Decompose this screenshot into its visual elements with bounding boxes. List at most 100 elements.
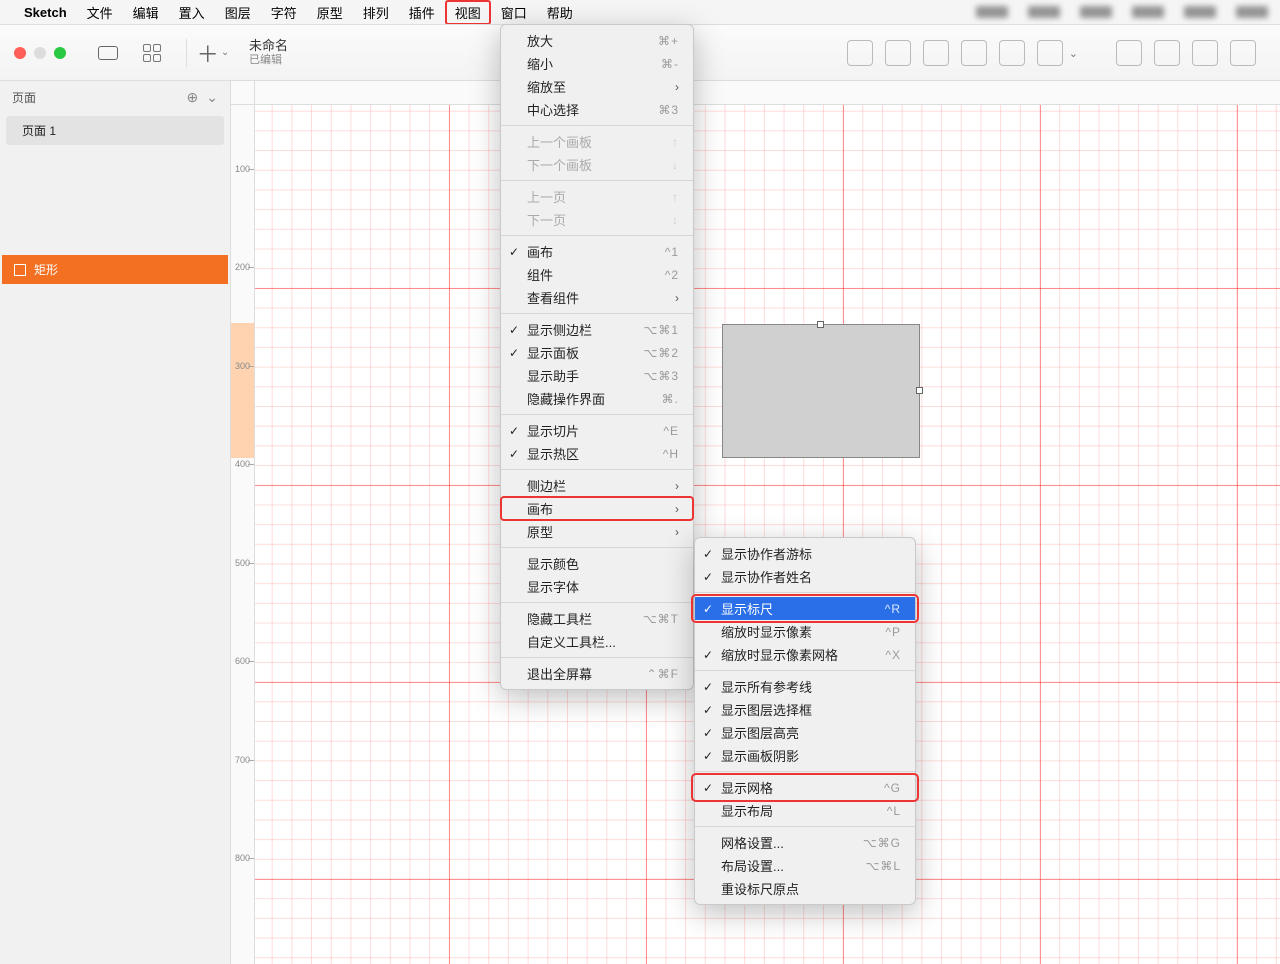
menu-item[interactable]: ✓显示面板⌥⌘2 <box>501 341 693 364</box>
menu-item[interactable]: 重设标尺原点 <box>695 877 915 900</box>
page-item[interactable]: 页面 1 <box>6 116 224 145</box>
menu-置入[interactable]: 置入 <box>169 0 215 25</box>
distribute-button[interactable] <box>885 40 911 66</box>
collapse-icon[interactable]: ⌄ <box>206 89 218 106</box>
menu-item[interactable]: 侧边栏› <box>501 474 693 497</box>
menu-item-label: 下一个画板 <box>527 155 592 174</box>
union-button[interactable] <box>1116 40 1142 66</box>
close-icon[interactable] <box>14 47 26 59</box>
menu-item[interactable]: 退出全屏幕⌃⌘F <box>501 662 693 685</box>
ruler-horizontal[interactable] <box>255 81 1280 105</box>
ruler-corner[interactable] <box>231 81 255 105</box>
menu-item[interactable]: ✓显示网格^G <box>695 776 915 799</box>
menu-item[interactable]: ✓显示协作者姓名 <box>695 565 915 588</box>
menu-item[interactable]: 画布› <box>501 497 693 520</box>
menu-item[interactable]: 自定义工具栏... <box>501 630 693 653</box>
app-name[interactable]: Sketch <box>24 5 67 20</box>
menu-item[interactable]: ✓显示切片^E <box>501 419 693 442</box>
menu-item[interactable]: 组件^2 <box>501 263 693 286</box>
menu-item[interactable]: 缩放时显示像素^P <box>695 620 915 643</box>
transform-button[interactable] <box>999 40 1025 66</box>
shortcut-label: ⌥⌘1 <box>613 323 679 337</box>
menu-item[interactable]: ✓显示图层选择框 <box>695 698 915 721</box>
menu-item-label: 显示协作者姓名 <box>721 567 812 586</box>
menu-item-label: 画布 <box>527 499 553 518</box>
menu-item[interactable]: 原型› <box>501 520 693 543</box>
menu-item[interactable]: 中心选择⌘3 <box>501 98 693 121</box>
menu-item-label: 显示字体 <box>527 577 579 596</box>
menu-item-label: 布局设置... <box>721 856 784 875</box>
menu-原型[interactable]: 原型 <box>307 0 353 25</box>
menu-图层[interactable]: 图层 <box>215 0 261 25</box>
menu-item[interactable]: 隐藏工具栏⌥⌘T <box>501 607 693 630</box>
menu-item[interactable]: 隐藏操作界面⌘. <box>501 387 693 410</box>
menu-item-label: 侧边栏 <box>527 476 566 495</box>
menu-item-label: 网格设置... <box>721 833 784 852</box>
resize-handle-n[interactable] <box>817 321 824 328</box>
layer-item-selected[interactable]: 矩形 <box>2 255 228 284</box>
menu-item[interactable]: ✓显示所有参考线 <box>695 675 915 698</box>
menu-item[interactable]: ✓显示热区^H <box>501 442 693 465</box>
menu-item[interactable]: ✓画布^1 <box>501 240 693 263</box>
zoom-icon[interactable] <box>54 47 66 59</box>
ungroup-button[interactable] <box>961 40 987 66</box>
insert-button[interactable]: ＋⌄ <box>193 33 233 73</box>
components-view-button[interactable] <box>132 33 172 73</box>
check-icon: ✓ <box>703 648 713 662</box>
resize-handle-e[interactable] <box>916 387 923 394</box>
menu-item[interactable]: 放大⌘+ <box>501 29 693 52</box>
resize-button[interactable] <box>1037 40 1063 66</box>
menu-窗口[interactable]: 窗口 <box>491 0 537 25</box>
menu-文件[interactable]: 文件 <box>77 0 123 25</box>
menu-item[interactable]: 显示字体 <box>501 575 693 598</box>
menu-item[interactable]: ✓显示图层高亮 <box>695 721 915 744</box>
group-button[interactable] <box>923 40 949 66</box>
shortcut-label: ^L <box>857 804 901 818</box>
add-page-icon[interactable]: ⊕ <box>187 89 199 106</box>
menu-排列[interactable]: 排列 <box>353 0 399 25</box>
rectangle-shape[interactable] <box>722 324 920 458</box>
shortcut-label: ⌥⌘L <box>835 859 901 873</box>
menu-item[interactable]: 显示助手⌥⌘3 <box>501 364 693 387</box>
view-menu-dropdown[interactable]: 放大⌘+缩小⌘-缩放至›中心选择⌘3上一个画板↑下一个画板↓上一页↑下一页↓✓画… <box>500 24 694 690</box>
menu-编辑[interactable]: 编辑 <box>123 0 169 25</box>
menu-item[interactable]: ✓显示画板阴影 <box>695 744 915 767</box>
menu-item[interactable]: 布局设置... ⌥⌘L <box>695 854 915 877</box>
ruler-tick: 800 <box>231 853 254 863</box>
window-controls[interactable] <box>0 47 80 59</box>
menu-item[interactable]: 显示颜色 <box>501 552 693 575</box>
menu-item: 上一个画板↑ <box>501 130 693 153</box>
menu-item[interactable]: ✓缩放时显示像素网格^X <box>695 643 915 666</box>
menu-视图[interactable]: 视图 <box>445 0 491 25</box>
ruler-tick: 200 <box>231 262 254 272</box>
ruler-vertical[interactable]: 100200300400500600700800 <box>231 105 255 964</box>
intersect-button[interactable] <box>1192 40 1218 66</box>
pages-header: 页面 ⊕⌄ <box>0 81 230 114</box>
menu-帮助[interactable]: 帮助 <box>537 0 583 25</box>
menu-item-label: 重设标尺原点 <box>721 879 799 898</box>
difference-button[interactable] <box>1230 40 1256 66</box>
shortcut-label: ⌥⌘3 <box>613 369 679 383</box>
menu-item[interactable]: 缩放至› <box>501 75 693 98</box>
menu-字符[interactable]: 字符 <box>261 0 307 25</box>
menu-item[interactable]: ✓显示侧边栏⌥⌘1 <box>501 318 693 341</box>
submenu-arrow-icon: › <box>645 525 679 539</box>
shortcut-label: ^1 <box>635 245 679 259</box>
menu-item[interactable]: ✓显示标尺^R <box>695 597 915 620</box>
menu-item[interactable]: 查看组件› <box>501 286 693 309</box>
check-icon: ✓ <box>509 323 519 337</box>
menu-插件[interactable]: 插件 <box>399 0 445 25</box>
menu-item[interactable]: 网格设置...⌥⌘G <box>695 831 915 854</box>
minimize-icon[interactable] <box>34 47 46 59</box>
mac-menubar: Sketch 文件编辑置入图层字符原型排列插件视图窗口帮助 <box>0 0 1280 24</box>
menu-item[interactable]: 显示布局^L <box>695 799 915 822</box>
subtract-button[interactable] <box>1154 40 1180 66</box>
align-button[interactable] <box>847 40 873 66</box>
canvas-submenu[interactable]: ✓显示协作者游标✓显示协作者姓名✓显示标尺^R缩放时显示像素^P✓缩放时显示像素… <box>694 537 916 905</box>
shortcut-label: ⌘3 <box>628 103 679 117</box>
check-icon: ✓ <box>703 703 713 717</box>
menu-item[interactable]: ✓显示协作者游标 <box>695 542 915 565</box>
menu-item[interactable]: 缩小⌘- <box>501 52 693 75</box>
shortcut-label: ^E <box>633 424 679 438</box>
artboard-tool-button[interactable] <box>88 33 128 73</box>
